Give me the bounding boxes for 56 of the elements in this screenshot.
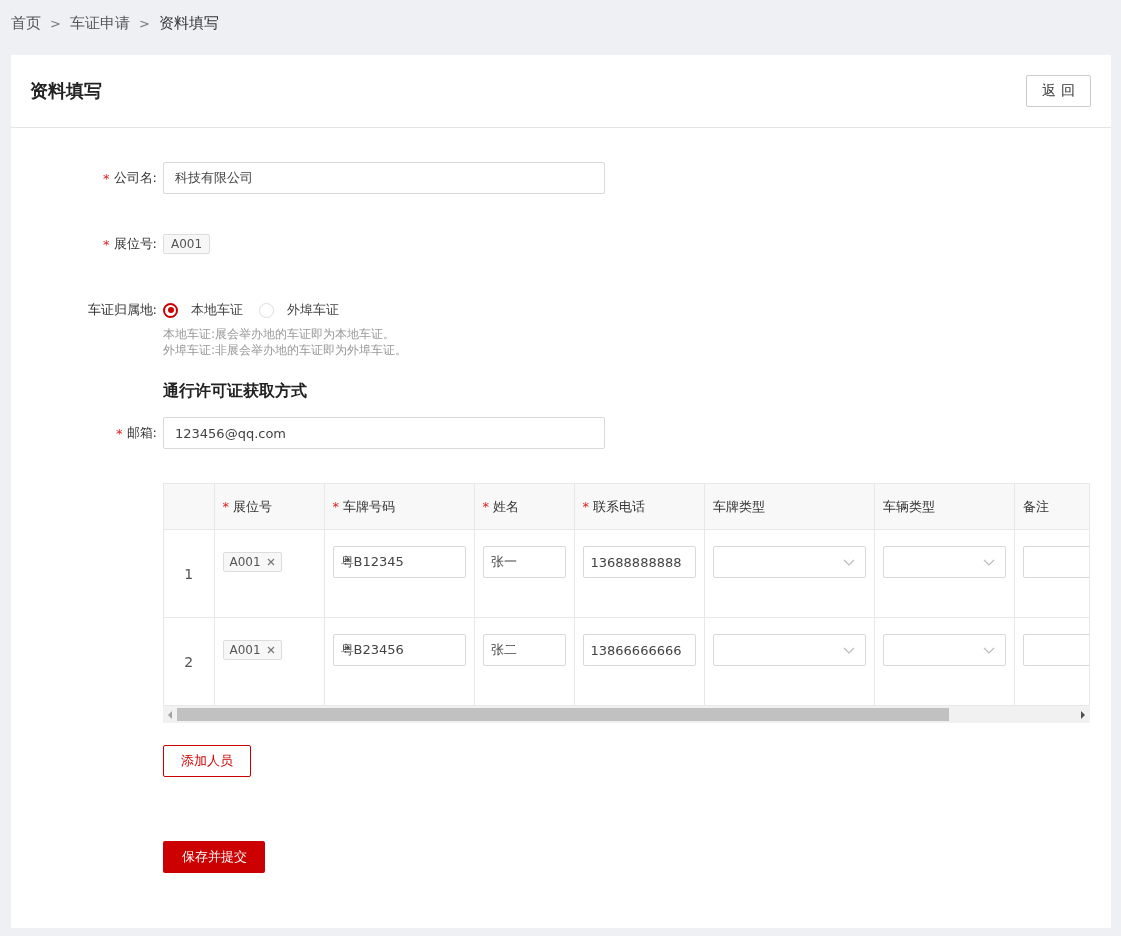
back-button[interactable]: 返 回 (1026, 75, 1091, 107)
select-field[interactable] (712, 634, 866, 666)
chevron-down-icon (842, 558, 855, 566)
radio-label[interactable]: 本地车证 (191, 301, 243, 319)
breadcrumb-link[interactable]: 车证申请 (69, 13, 130, 33)
page-title: 资料填写 (30, 79, 102, 103)
column-header: * 姓名 (482, 498, 519, 514)
select-field[interactable] (882, 634, 1006, 666)
field-label: 邮箱: (126, 424, 157, 442)
column-header: 车牌类型 (712, 498, 765, 514)
text-field[interactable]: 13866666666 (582, 634, 696, 666)
breadcrumb-separator: > (138, 15, 150, 31)
column-header: * 联系电话 (582, 498, 645, 514)
required-mark: * (103, 170, 110, 186)
field-label: 展位号: (113, 235, 157, 253)
text-field[interactable]: 张二 (482, 634, 566, 666)
hint-text: 本地车证:展会举办地的车证即为本地车证。 (163, 326, 397, 342)
text-field[interactable]: 科技有限公司 (163, 162, 605, 194)
scroll-left-icon[interactable] (168, 710, 172, 719)
field-label: 公司名: (113, 169, 157, 187)
horizontal-scrollbar[interactable] (163, 706, 1090, 723)
radio-button[interactable] (163, 302, 178, 318)
select-field[interactable] (712, 546, 866, 578)
save-submit-button[interactable]: 保存并提交 (163, 841, 265, 873)
chevron-down-icon (982, 646, 995, 654)
close-icon[interactable] (266, 646, 275, 654)
field-label: 车证归属地: (87, 301, 157, 319)
chevron-down-icon (982, 558, 995, 566)
column-header: 车辆类型 (882, 498, 935, 514)
booth-tag: A001 (163, 234, 211, 254)
chevron-down-icon (842, 646, 855, 654)
text-field[interactable]: 123456@qq.com (163, 417, 605, 449)
column-header: * 展位号 (222, 498, 272, 514)
hint-text: 外埠车证:非展会举办地的车证即为外埠车证。 (163, 342, 408, 358)
required-mark: * (103, 236, 110, 252)
tag-label: A001 (229, 555, 261, 569)
breadcrumb-current: 资料填写 (158, 13, 219, 33)
scroll-right-icon[interactable] (1081, 710, 1085, 719)
breadcrumb-link[interactable]: 首页 (11, 13, 41, 33)
row-number: 2 (184, 654, 194, 670)
breadcrumb-separator: > (50, 15, 61, 31)
text-field[interactable]: 粤B12345 (332, 546, 466, 578)
section-title: 通行许可证获取方式 (163, 380, 307, 402)
radio-label[interactable]: 外埠车证 (287, 301, 339, 319)
tag-label: A001 (229, 643, 261, 657)
text-field[interactable]: 粤B23456 (332, 634, 466, 666)
scroll-thumb[interactable] (177, 708, 949, 721)
add-person-button[interactable]: 添加人员 (163, 745, 251, 777)
select-field[interactable] (882, 546, 1006, 578)
close-icon[interactable] (266, 558, 275, 566)
column-header: * 车牌号码 (332, 498, 395, 514)
row-number: 1 (184, 566, 194, 582)
column-header: 备注 (1022, 498, 1049, 514)
required-mark: * (116, 425, 123, 441)
text-field[interactable]: 张一 (482, 546, 566, 578)
text-field[interactable]: 13688888888 (582, 546, 696, 578)
